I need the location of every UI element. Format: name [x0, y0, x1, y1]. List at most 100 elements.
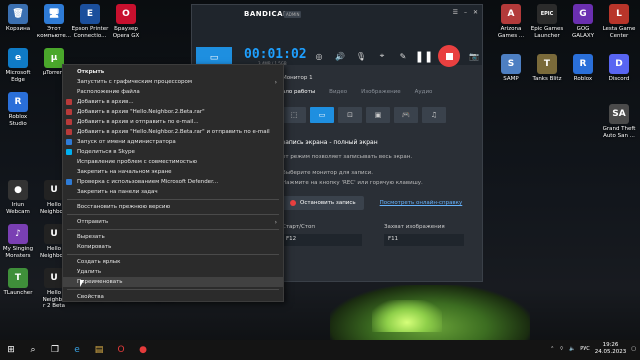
online-help-link[interactable]: Посмотреть онлайн-справку [380, 200, 463, 206]
desktop-icon-recycle[interactable]: 🗑 Корзина [0, 4, 37, 33]
mode-area-button[interactable]: ⬚ [282, 107, 306, 123]
context-menu-item[interactable]: Закрепить на панели задач [63, 187, 283, 197]
mode-fullscreen-button[interactable]: ▭ [310, 107, 334, 123]
context-menu-item[interactable]: Восстановить прежнюю версию [63, 202, 283, 212]
context-menu-item[interactable]: Проверка с использованием Microsoft Defe… [63, 177, 283, 187]
desktop-icon-label: SAMP [503, 76, 519, 82]
tab-image[interactable]: Изображение [361, 89, 401, 95]
draw-icon[interactable]: ✎ [396, 49, 410, 63]
context-menu-item[interactable]: Добавить в архив и отправить по e-mail..… [63, 117, 283, 127]
notification-icon[interactable]: ▢ [631, 346, 636, 352]
desktop-icon-tlauncher[interactable]: T TLauncher [0, 268, 37, 297]
context-menu-item[interactable]: Исправление проблем с совместимостью [63, 157, 283, 167]
context-menu-item[interactable]: Копировать [63, 242, 283, 252]
tab-home[interactable]: ало работы [282, 89, 315, 95]
mode-device-button[interactable]: ▣ [366, 107, 390, 123]
desktop-icon-label: Grand Theft Auto San ... [602, 126, 636, 139]
hotkey-capture: Захват изображения F11 [384, 224, 464, 246]
speaker-icon[interactable]: 🔊 [333, 49, 347, 63]
desktop-icon-epic[interactable]: EPIC Epic Games Launcher [528, 4, 566, 39]
desktop-icon-roblox[interactable]: R Roblox Studio [0, 92, 37, 127]
close-icon[interactable]: ✕ [473, 9, 478, 16]
explorer-taskbar-icon[interactable]: ▤ [88, 340, 110, 360]
menu-separator [67, 289, 279, 290]
network-icon[interactable]: ⌔ [559, 346, 564, 352]
desktop-icon-label: My Singing Monsters [2, 246, 34, 259]
desktop-icon-this-pc[interactable]: 🖥 Этот компьюте... [35, 4, 73, 39]
bandicam-taskbar-icon[interactable]: ● [132, 340, 154, 360]
recycle-icon: 🗑 [8, 4, 28, 24]
context-menu-item[interactable]: Открыть [63, 67, 283, 77]
context-menu-item[interactable]: Удалить [63, 267, 283, 277]
desktop-icon-label: Lesta Game Center [602, 26, 636, 39]
system-tray: ⌃ ⌔ 🔈 РУС 19:26 24.05.2023 ▢ [550, 342, 636, 356]
desktop-icon-opera-gx[interactable]: O Браузер Opera GX [107, 4, 145, 39]
context-menu-item[interactable]: Добавить в архив "Hello.Neighbor.2.Beta.… [63, 107, 283, 117]
menu-item-icon [66, 149, 72, 155]
bandicam-tabs: ало работы Видео Изображение Аудио [282, 89, 480, 95]
desktop-icon-arizona[interactable]: A Arizona Games ... [492, 4, 530, 39]
context-menu-item[interactable]: Добавить в архив "Hello.Neighbor.2.Beta.… [63, 127, 283, 137]
context-menu-item[interactable]: Поделиться в Skype [63, 147, 283, 157]
stop-record-button[interactable] [438, 45, 460, 67]
language-indicator[interactable]: РУС [580, 346, 590, 352]
volume-icon[interactable]: 🔈 [569, 346, 575, 352]
webcam-icon[interactable]: ◎ [312, 49, 326, 63]
tab-audio[interactable]: Аудио [415, 89, 433, 95]
context-menu-item[interactable]: Добавить в архив... [63, 97, 283, 107]
hotkey-record-field[interactable]: F12 [282, 234, 362, 246]
desktop-icon-iriun[interactable]: ● Iriun Webcam [0, 180, 37, 215]
pause-button[interactable]: ❚❚ [415, 49, 433, 63]
desktop-icon-lesta[interactable]: L Lesta Game Center [600, 4, 638, 39]
mouse-icon[interactable]: ⌖ [375, 49, 389, 63]
desktop-icon-tanks-blitz[interactable]: T Tanks Blitz [528, 54, 566, 83]
desktop-icon-gta[interactable]: SA Grand Theft Auto San ... [600, 104, 638, 139]
microphone-icon[interactable]: 🎙 [354, 49, 368, 63]
context-menu-item[interactable]: Запустить с графическим процессором › [63, 77, 283, 87]
context-menu-label: Открыть [77, 69, 105, 75]
search-icon[interactable]: ⌕ [22, 340, 44, 360]
hotkey-capture-field[interactable]: F11 [384, 234, 464, 246]
window-controls: ☰ – ✕ [453, 9, 478, 16]
context-menu-item[interactable]: Вырезать [63, 232, 283, 242]
edge-taskbar-icon[interactable]: e [66, 340, 88, 360]
desktop-icon-discord[interactable]: D Discord [600, 54, 638, 83]
menu-separator [67, 254, 279, 255]
clock[interactable]: 19:26 24.05.2023 [595, 342, 627, 356]
desktop-icon-label: Discord [608, 76, 630, 82]
context-menu-item[interactable]: Закрепить на начальном экране [63, 167, 283, 177]
desktop-icon-epson[interactable]: E Epson Printer Connectio... [71, 4, 109, 39]
context-menu-label: Добавить в архив... [77, 99, 134, 105]
start-button[interactable]: ⊞ [0, 340, 22, 360]
desktop-icon-samp[interactable]: S SAMP [492, 54, 530, 83]
mode-window-button[interactable]: ⊡ [338, 107, 362, 123]
desktop-icon-edge[interactable]: e Microsoft Edge [0, 48, 37, 83]
context-menu-item[interactable]: Переименовать [63, 277, 283, 287]
context-menu-item[interactable]: Расположение файла [63, 87, 283, 97]
singing-monsters-icon: ♪ [8, 224, 28, 244]
menu-icon[interactable]: ☰ [453, 9, 458, 16]
mode-game-button[interactable]: 🎮 [394, 107, 418, 123]
context-menu-item[interactable]: Свойства [63, 292, 283, 302]
context-menu-item[interactable]: Запуск от имени администратора [63, 137, 283, 147]
record-timer: 00:01:02 [244, 47, 307, 62]
desktop-icon-singing-monsters[interactable]: ♪ My Singing Monsters [0, 224, 37, 259]
context-menu-item[interactable]: Создать ярлык [63, 257, 283, 267]
desktop-icon-gog[interactable]: G GOG GALAXY [564, 4, 602, 39]
hello-neighbor-2-icon: U [44, 224, 64, 244]
tab-video[interactable]: Видео [329, 89, 347, 95]
clock-date: 24.05.2023 [594, 349, 627, 355]
context-menu-item[interactable]: Отправить › [63, 217, 283, 227]
minimize-icon[interactable]: – [464, 9, 467, 16]
opera-taskbar-icon[interactable]: O [110, 340, 132, 360]
samp-icon: S [501, 54, 521, 74]
mode-audio-button[interactable]: ♫ [422, 107, 446, 123]
context-menu-label: Вырезать [77, 234, 105, 240]
task-view-icon[interactable]: ❐ [44, 340, 66, 360]
stop-recording-button[interactable]: Остановить запись [282, 196, 364, 210]
tray-chevron-icon[interactable]: ⌃ [550, 346, 554, 352]
camera-icon[interactable]: 📷 [467, 49, 481, 63]
desktop-icon-roblox-player[interactable]: R Roblox [564, 54, 602, 83]
utorrent-icon: μ [44, 48, 64, 68]
hello-neighbor-beta-icon: U [44, 268, 64, 288]
